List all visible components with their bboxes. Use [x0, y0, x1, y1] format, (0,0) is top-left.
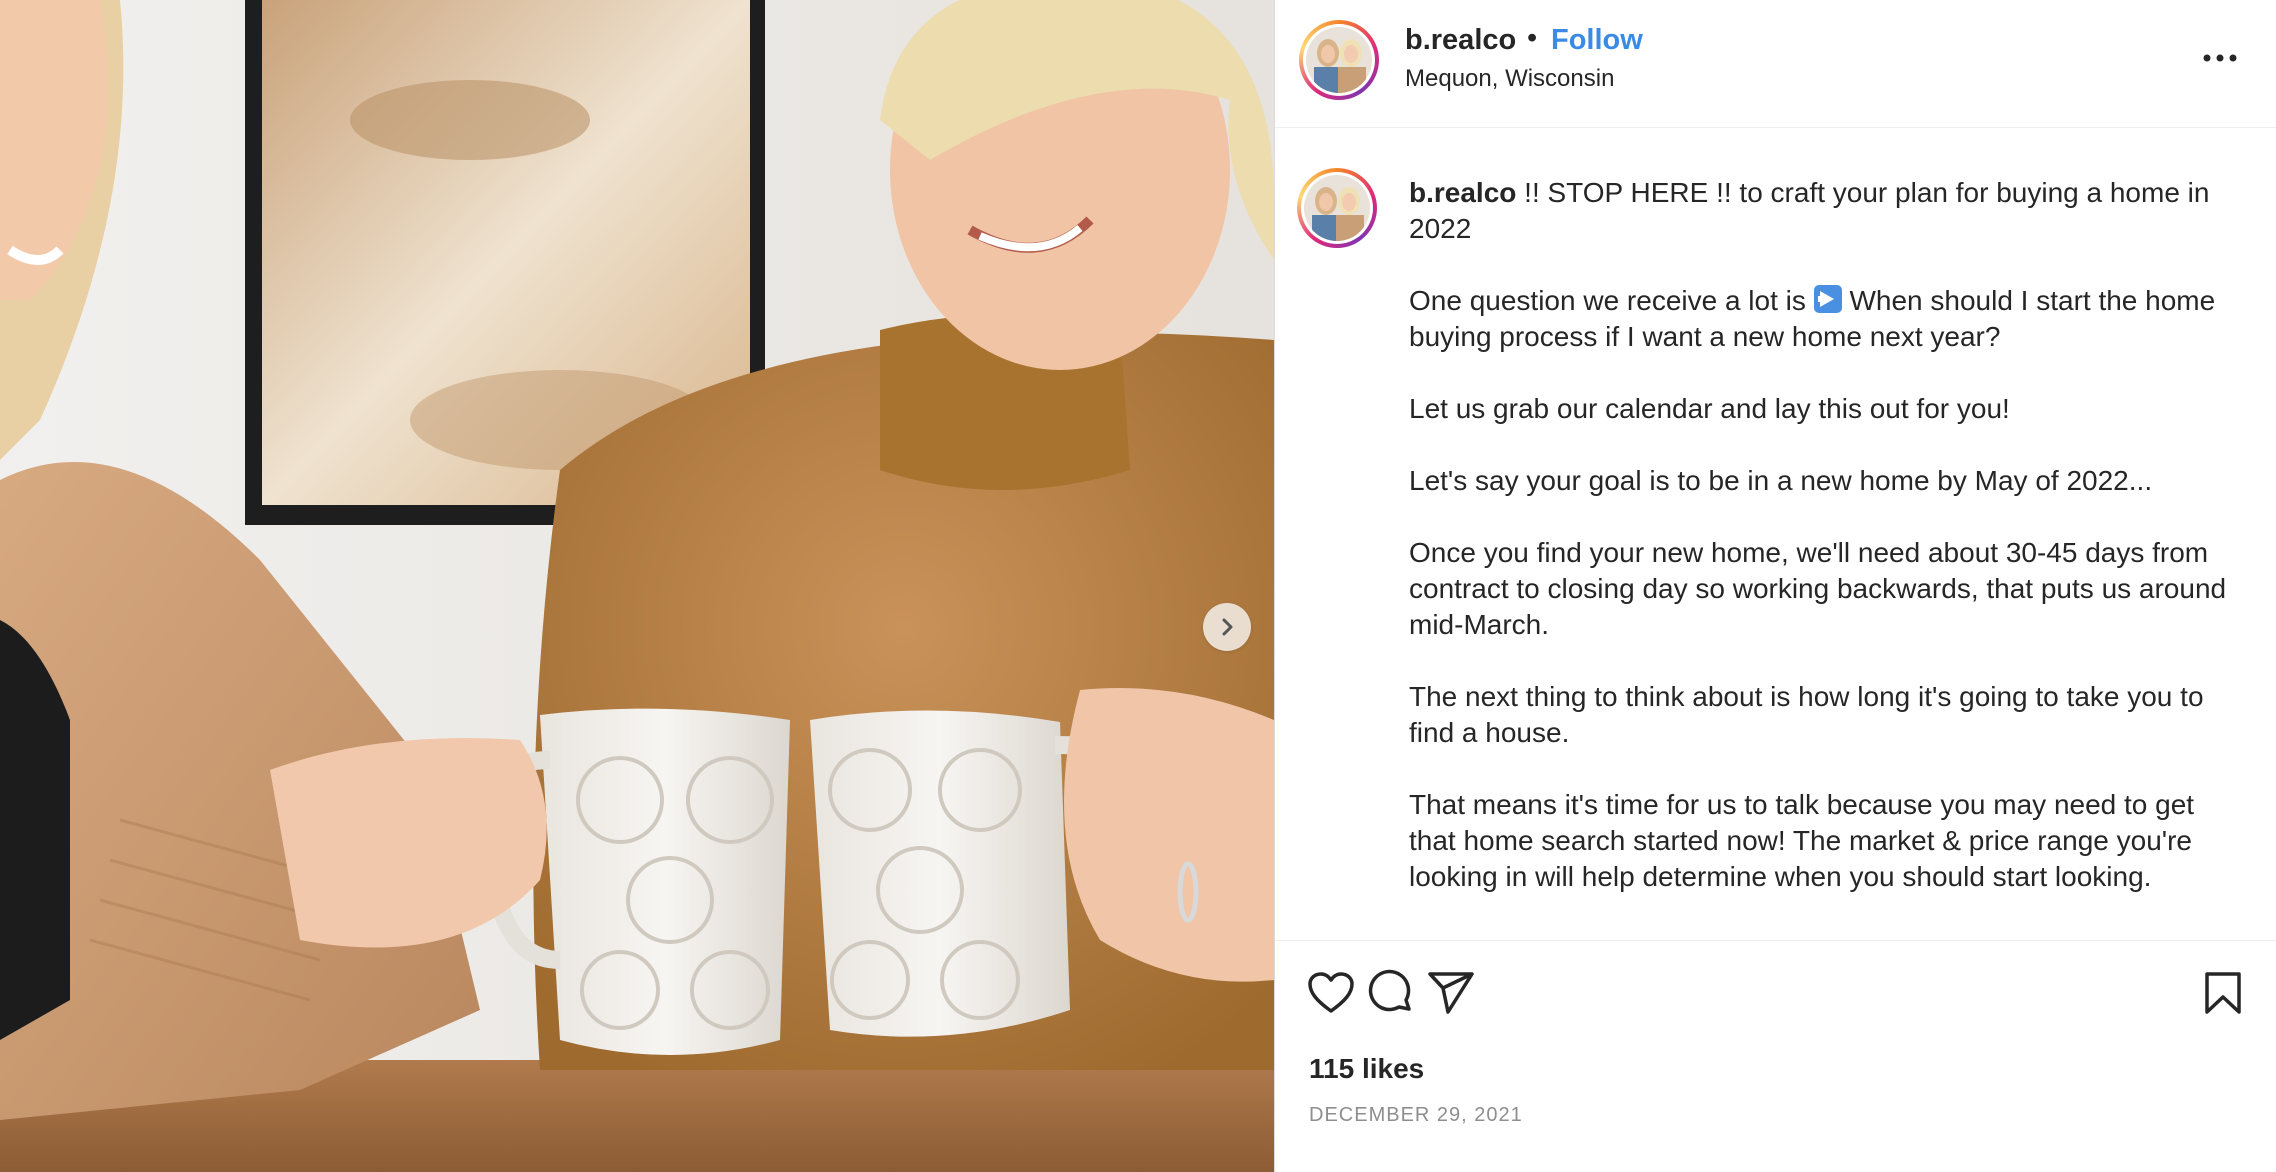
post-header: b.realco • Follow Mequon, Wisconsin: [1275, 0, 2276, 128]
paper-plane-icon: [1428, 972, 1474, 1014]
instagram-post-view: b.realco • Follow Mequon, Wisconsin b.re…: [0, 0, 2276, 1172]
caption-text: b.realco !! STOP HERE !! to craft your p…: [1409, 175, 2229, 931]
header-separator: •: [1527, 22, 1538, 54]
comment-icon: [1368, 969, 1411, 1012]
caption-paragraph: Let's say your goal is to be in a new ho…: [1409, 465, 2153, 496]
follow-button[interactable]: Follow: [1551, 24, 1643, 57]
caption-paragraph: Once you find your new home, we'll need …: [1409, 537, 2227, 640]
comment-button[interactable]: [1365, 967, 1417, 1019]
post-photo: [0, 0, 1274, 1172]
post-date[interactable]: DECEMBER 29, 2021: [1309, 1104, 1523, 1127]
caption-headline: !! STOP HERE !! to craft your plan for b…: [1409, 177, 2210, 244]
caption-section: b.realco !! STOP HERE !! to craft your p…: [1275, 128, 2276, 940]
caption-paragraph: Let us grab our calendar and lay this ou…: [1409, 393, 2010, 424]
caption-text-segment: One question we receive a lot is: [1409, 285, 1814, 316]
header-avatar[interactable]: [1299, 20, 1379, 100]
action-bar: 115 likes DECEMBER 29, 2021: [1275, 940, 2276, 1172]
like-button[interactable]: [1305, 967, 1357, 1019]
avatar-image: [1306, 27, 1372, 93]
more-options-button[interactable]: [2196, 38, 2244, 78]
chevron-right-icon: [1222, 618, 1233, 636]
caption-username[interactable]: b.realco: [1409, 177, 1516, 208]
heart-icon: [1308, 972, 1354, 1013]
avatar-image: [1304, 175, 1370, 241]
caption-paragraph: One question we receive a lot is When sh…: [1409, 283, 2229, 355]
likes-count[interactable]: 115 likes: [1309, 1053, 1424, 1085]
post-side-panel: b.realco • Follow Mequon, Wisconsin b.re…: [1274, 0, 2276, 1172]
caption-paragraph: The next thing to think about is how lon…: [1409, 681, 2204, 748]
save-button[interactable]: [2197, 967, 2249, 1019]
bookmark-icon: [2205, 972, 2241, 1014]
location-link[interactable]: Mequon, Wisconsin: [1405, 65, 1614, 93]
more-options-icon: [2203, 54, 2237, 62]
next-media-button[interactable]: [1203, 603, 1251, 651]
share-button[interactable]: [1425, 967, 1477, 1019]
header-username[interactable]: b.realco: [1405, 24, 1516, 57]
right-arrow-icon: [1813, 285, 1842, 313]
caption-first-paragraph: b.realco !! STOP HERE !! to craft your p…: [1409, 175, 2229, 247]
caption-paragraph: That means it's time for us to talk beca…: [1409, 789, 2195, 892]
caption-avatar[interactable]: [1297, 168, 1377, 248]
post-media[interactable]: [0, 0, 1274, 1172]
